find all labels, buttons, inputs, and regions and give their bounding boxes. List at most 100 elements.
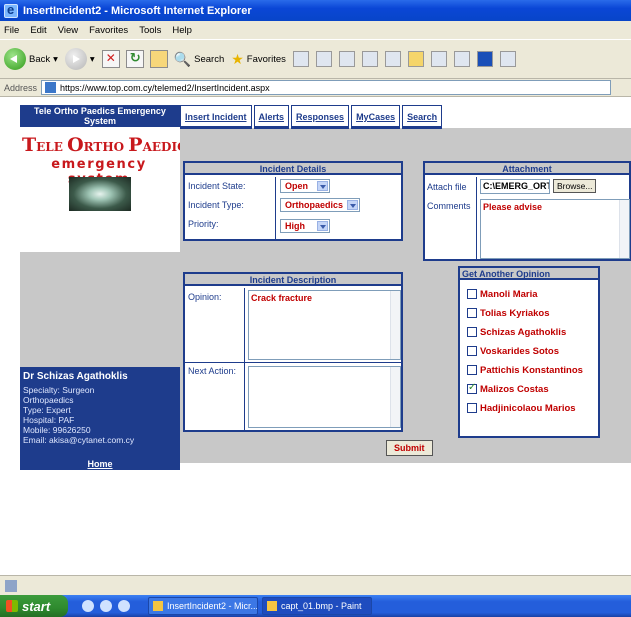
search-button[interactable]: 🔍 Search	[174, 51, 225, 68]
taskbar-item-paint[interactable]: capt_01.bmp - Paint	[262, 597, 372, 615]
doctor-name: Hadjinicolaou Marios	[480, 402, 576, 414]
chevron-down-icon	[317, 221, 328, 231]
profile-mobile: Mobile: 99626250	[23, 425, 91, 435]
sidebar-spacer	[20, 252, 180, 367]
back-button[interactable]: Back ▾	[4, 48, 58, 70]
profile-specialty: Specialty: Surgeon	[23, 385, 95, 395]
doctor-name: Voskarides Sotos	[480, 345, 560, 357]
desktop-icon[interactable]	[82, 600, 94, 612]
doctor-option[interactable]: Manoli Maria	[467, 288, 538, 300]
media-player-icon[interactable]	[118, 600, 130, 612]
favorites-button[interactable]: ★ Favorites	[231, 51, 286, 68]
address-bar: Address https://www.top.com.cy/telemed2/…	[0, 79, 631, 97]
doctor-option[interactable]: Schizas Agathoklis	[467, 326, 566, 338]
profile-type: Type: Expert	[23, 405, 71, 415]
menu-tools[interactable]: Tools	[139, 25, 161, 36]
forward-button[interactable]: ▾	[64, 48, 95, 70]
tab-search[interactable]: Search	[402, 105, 443, 129]
address-input[interactable]: https://www.top.com.cy/telemed2/InsertIn…	[41, 80, 612, 95]
window-titlebar: InsertIncident2 - Microsoft Internet Exp…	[0, 0, 631, 21]
scrollbar[interactable]	[619, 200, 629, 258]
messenger-icon[interactable]	[453, 51, 470, 67]
task-label: capt_01.bmp - Paint	[281, 601, 362, 611]
media-icon[interactable]	[292, 51, 309, 67]
research-icon[interactable]	[430, 51, 447, 67]
doctor-name: Schizas Agathoklis	[480, 326, 567, 338]
chevron-down-icon: ▾	[89, 53, 95, 65]
attachment-title: Attachment	[425, 163, 629, 175]
doctor-option[interactable]: Voskarides Sotos	[467, 345, 559, 357]
browse-button[interactable]: Browse...	[553, 179, 597, 193]
doctor-option[interactable]: Hadjinicolaou Marios	[467, 402, 576, 414]
checkbox[interactable]	[467, 289, 477, 299]
menu-file[interactable]: File	[4, 25, 19, 36]
forward-arrow-icon	[64, 48, 87, 70]
checkbox[interactable]	[467, 346, 477, 356]
refresh-icon[interactable]	[125, 50, 144, 68]
mail-icon[interactable]	[338, 51, 355, 67]
checkbox-checked[interactable]	[467, 382, 477, 394]
scrollbar[interactable]	[390, 291, 400, 359]
priority-select[interactable]: High	[280, 219, 330, 233]
home-link[interactable]: Home	[20, 458, 180, 470]
address-label: Address	[4, 82, 38, 93]
tab-responses[interactable]: Responses	[291, 105, 350, 129]
next-action-textarea[interactable]	[248, 366, 401, 428]
menu-help[interactable]: Help	[172, 25, 192, 36]
submit-button[interactable]: Submit	[386, 440, 433, 456]
menu-favorites[interactable]: Favorites	[89, 25, 128, 36]
checkbox[interactable]	[467, 327, 477, 337]
ie-icon[interactable]	[100, 600, 112, 612]
chevron-down-icon	[317, 181, 328, 191]
print-icon[interactable]	[361, 51, 378, 67]
tab-mycases[interactable]: MyCases	[351, 105, 401, 129]
search-label: Search	[194, 53, 225, 65]
menu-edit[interactable]: Edit	[30, 25, 46, 36]
favorites-label: Favorites	[246, 53, 286, 65]
opinion-label: Opinion:	[188, 292, 222, 302]
checkbox[interactable]	[467, 365, 477, 375]
logo-title: TELE ORTHO PAEDICS	[22, 134, 196, 156]
stop-icon[interactable]	[101, 50, 120, 68]
home-icon[interactable]	[149, 50, 168, 68]
attach-file-input[interactable]: C:\EMERG_ORTHO\1.j	[480, 179, 550, 194]
incident-type-value: Orthopaedics	[285, 200, 344, 210]
doctor-option[interactable]: Malizos Costas	[467, 382, 549, 395]
chevron-down-icon: ▾	[53, 53, 58, 65]
another-opinion-title: Get Another Opinion	[460, 268, 598, 280]
tab-insert-incident[interactable]: Insert Incident	[180, 105, 252, 129]
tab-alerts[interactable]: Alerts	[253, 105, 290, 129]
search-icon: 🔍	[173, 50, 192, 67]
folder-icon[interactable]	[407, 51, 424, 67]
menu-view[interactable]: View	[58, 25, 78, 36]
opinion-textarea[interactable]: Crack fracture	[248, 290, 401, 360]
incident-type-select[interactable]: Orthopaedics	[280, 198, 360, 212]
checkbox[interactable]	[467, 308, 477, 318]
start-label: start	[22, 598, 51, 614]
paint-icon	[267, 601, 277, 611]
sidebar: Tele Ortho Paedics Emergency System TELE…	[20, 105, 195, 463]
bluetooth-icon[interactable]	[476, 51, 493, 67]
another-opinion-panel: Get Another Opinion Manoli Maria Tolias …	[458, 266, 600, 438]
profile-name: Dr Schizas Agathoklis	[23, 371, 128, 382]
edit-icon[interactable]	[384, 51, 401, 67]
scrollbar[interactable]	[390, 367, 400, 427]
nav-tabs: Insert Incident Alerts Responses MyCases…	[180, 105, 444, 129]
users-icon[interactable]	[499, 51, 516, 67]
taskbar-item-ie[interactable]: InsertIncident2 - Micr...	[148, 597, 258, 615]
back-arrow-icon	[4, 48, 26, 70]
windows-flag-icon	[6, 600, 18, 612]
start-button[interactable]: start	[0, 595, 68, 617]
comments-textarea[interactable]: Please advise	[480, 199, 630, 259]
task-label: InsertIncident2 - Micr...	[167, 601, 258, 611]
incident-state-select[interactable]: Open	[280, 179, 330, 193]
incident-state-value: Open	[285, 181, 309, 191]
checkbox[interactable]	[467, 403, 477, 413]
status-bar	[0, 575, 631, 595]
doctor-option[interactable]: Tolias Kyriakos	[467, 307, 550, 319]
doctor-option[interactable]: Pattichis Konstantinos	[467, 364, 583, 376]
page-content: Tele Ortho Paedics Emergency System TELE…	[0, 98, 631, 575]
opinion-value: Crack fracture	[251, 293, 313, 303]
history-icon[interactable]	[315, 51, 332, 67]
attach-file-label: Attach file	[427, 182, 467, 192]
